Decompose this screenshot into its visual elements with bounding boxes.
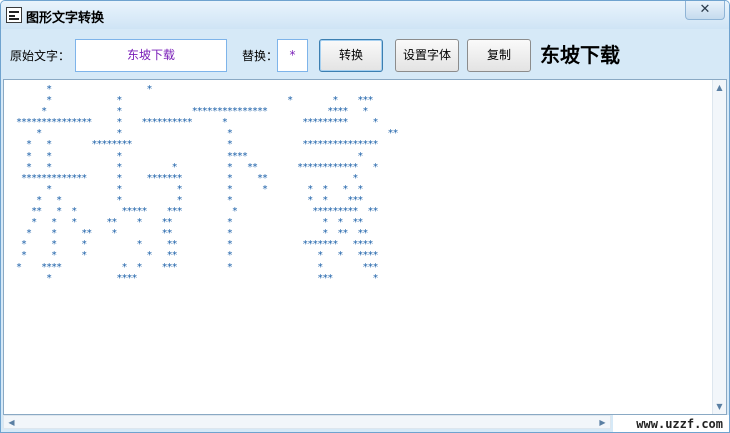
site-watermark: www.uzzf.com <box>613 415 729 432</box>
scroll-down-icon[interactable]: ▼ <box>713 400 726 413</box>
scroll-up-icon[interactable]: ▲ <box>713 81 726 94</box>
set-font-button[interactable]: 设置字体 <box>395 39 459 72</box>
title-bar: 图形文字转换 ✕ <box>1 1 729 29</box>
replace-label: 替换： <box>242 49 279 63</box>
app-window: 图形文字转换 ✕ 原始文字： 东坡下载 替换： * 转换 设置字体 复制 东坡下… <box>0 0 730 433</box>
app-icon <box>6 7 22 23</box>
source-text-input[interactable]: 东坡下载 <box>75 39 227 72</box>
scroll-left-icon[interactable]: ◀ <box>5 416 18 429</box>
horizontal-scrollbar[interactable]: ◀ ▶ <box>3 415 611 429</box>
ascii-art-output: * * * * * * *** * * *************** ****… <box>4 80 715 414</box>
window-title: 图形文字转换 <box>26 11 105 26</box>
copy-button[interactable]: 复制 <box>467 39 531 72</box>
ascii-art-text: * * * * * * *** * * *************** ****… <box>16 84 399 284</box>
close-button[interactable]: ✕ <box>685 1 725 20</box>
replace-char-input[interactable]: * <box>277 39 308 72</box>
close-icon: ✕ <box>699 2 711 17</box>
font-preview-text: 东坡下载 <box>540 43 620 67</box>
scroll-right-icon[interactable]: ▶ <box>596 416 609 429</box>
toolbar: 原始文字： 东坡下载 替换： * 转换 设置字体 复制 东坡下载 <box>1 29 729 77</box>
convert-button[interactable]: 转换 <box>319 39 383 72</box>
source-text-label: 原始文字： <box>10 49 71 63</box>
vertical-scrollbar[interactable]: ▲ ▼ <box>712 80 726 414</box>
output-textarea[interactable]: * * * * * * *** * * *************** ****… <box>3 79 727 415</box>
